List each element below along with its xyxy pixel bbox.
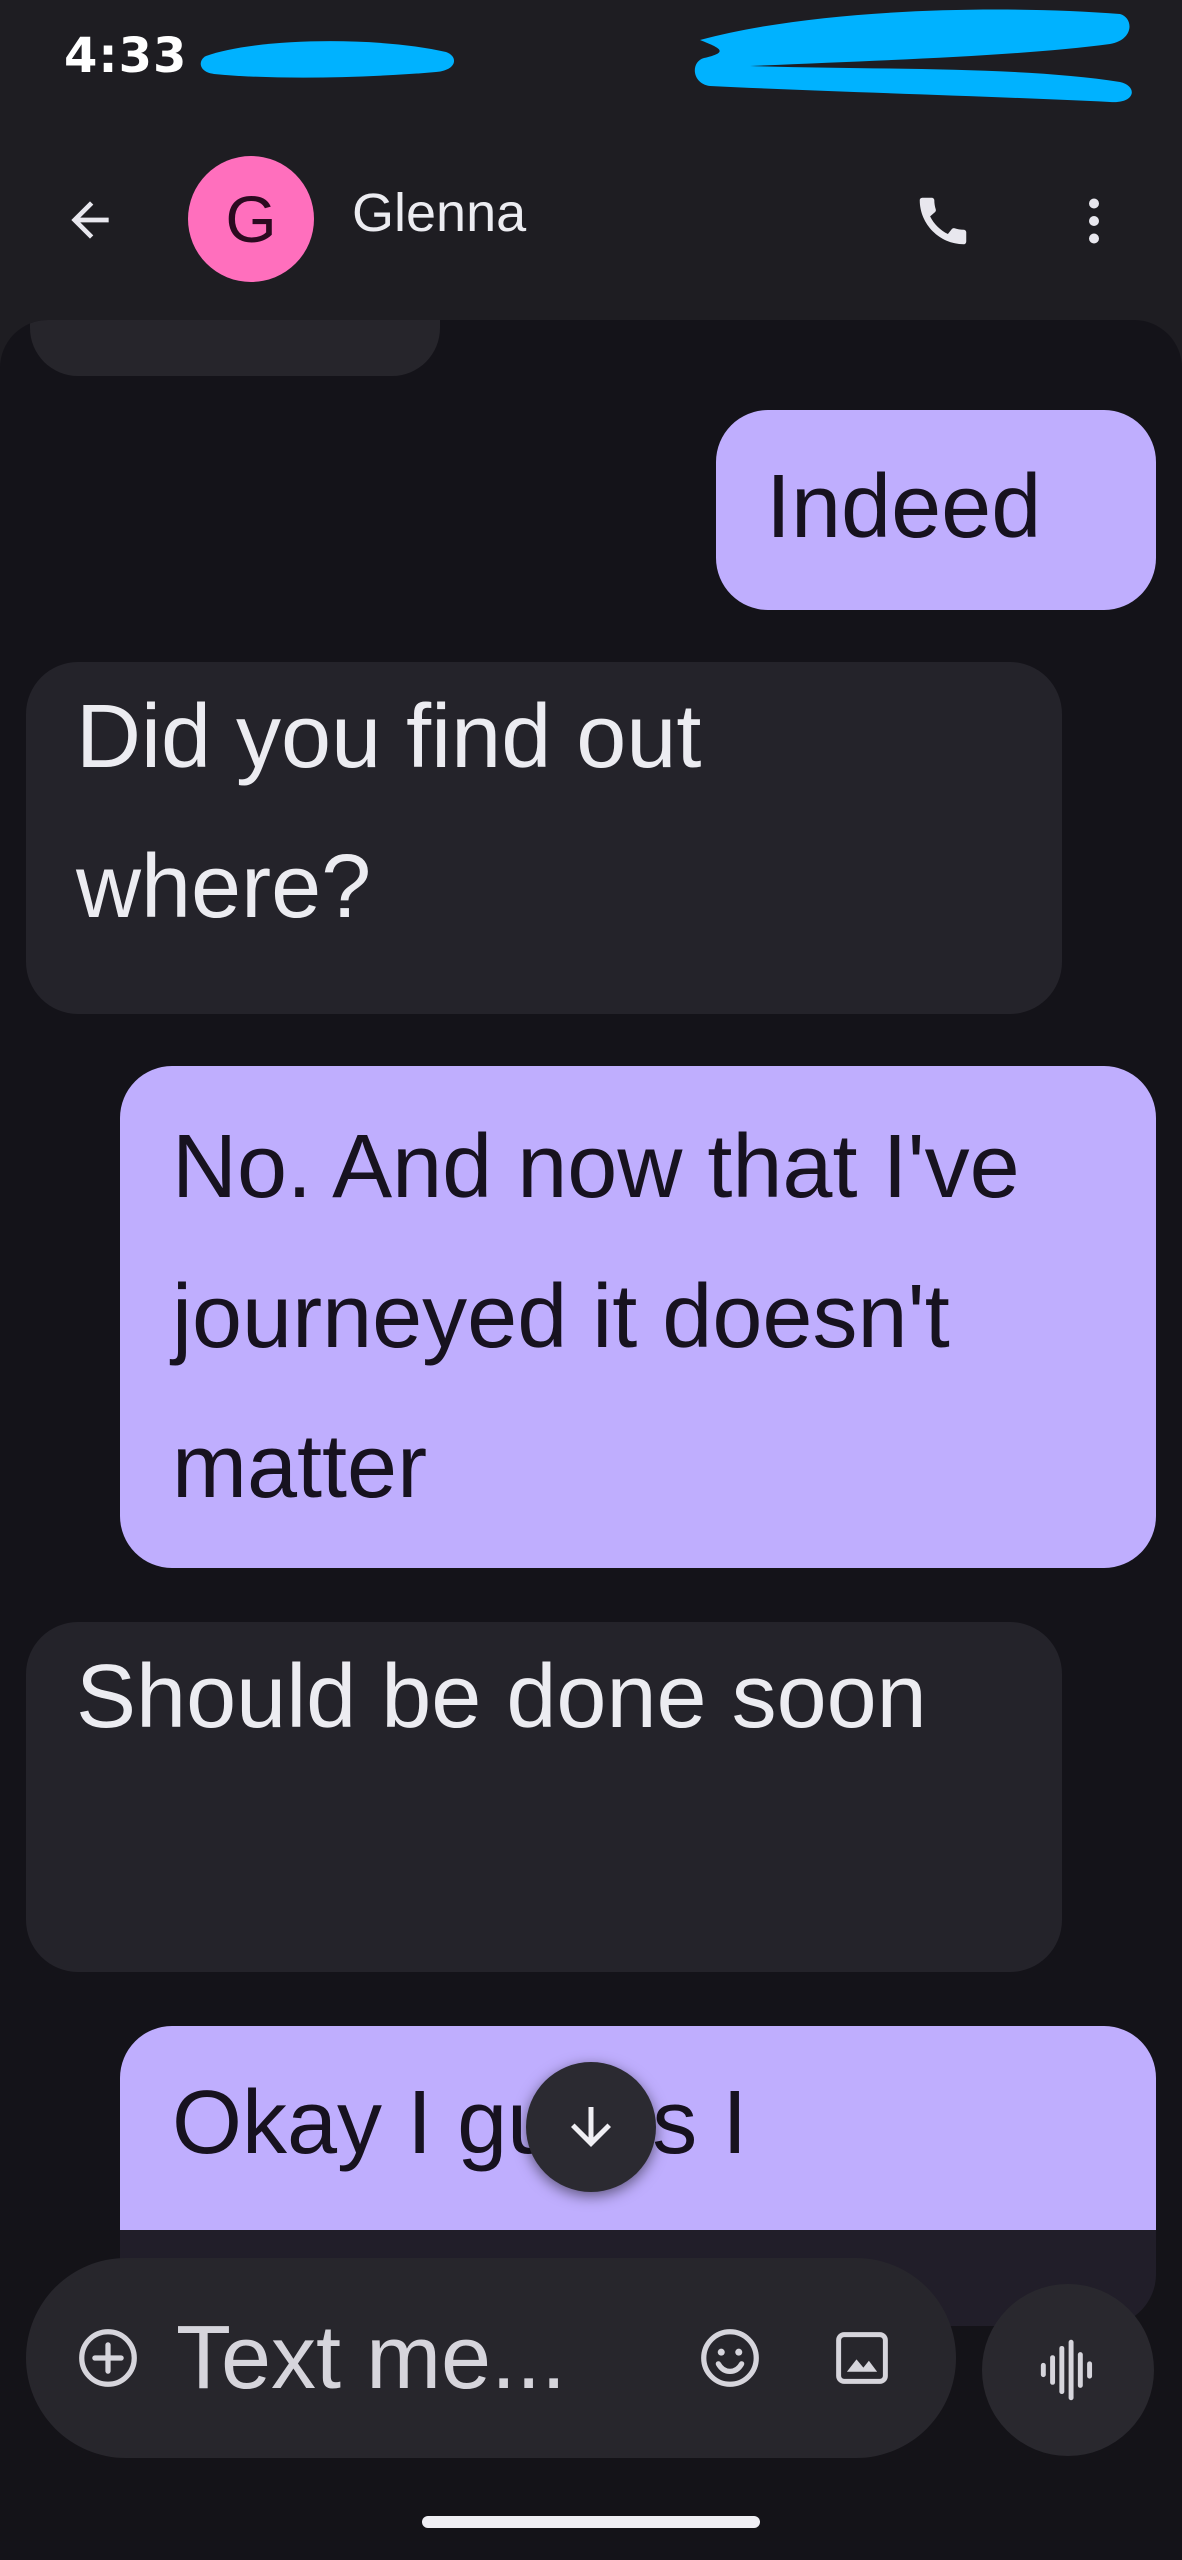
message-bubble-incoming[interactable]: Should be done soon — [26, 1622, 1062, 1972]
phone-icon — [919, 197, 967, 245]
conversation-list[interactable]: Indeed Did you find out where? No. And n… — [0, 320, 1182, 2560]
message-bubble-partial — [30, 320, 440, 376]
more-options-button[interactable] — [1054, 178, 1134, 264]
redaction-scribble — [694, 9, 1132, 103]
voice-message-button[interactable] — [982, 2284, 1154, 2456]
back-button[interactable] — [50, 180, 130, 260]
gallery-button[interactable] — [818, 2314, 906, 2402]
gesture-navigation-handle[interactable] — [422, 2516, 760, 2528]
avatar[interactable]: G — [188, 156, 314, 282]
emoji-icon — [701, 2329, 759, 2387]
voice-waveform-icon — [1040, 2339, 1093, 2401]
emoji-button[interactable] — [686, 2314, 774, 2402]
call-button[interactable] — [900, 178, 986, 264]
scroll-to-bottom-button[interactable] — [526, 2062, 656, 2192]
message-composer — [26, 2258, 956, 2458]
redaction-scribble — [200, 41, 455, 78]
avatar-initial: G — [225, 182, 277, 256]
message-input[interactable] — [176, 2298, 656, 2418]
more-vert-icon — [1089, 198, 1099, 244]
message-bubble-incoming[interactable]: Did you find out where? — [26, 662, 1062, 1014]
status-bar: 4:33 — [0, 0, 1182, 120]
messages-screen: 4:33 G Glenna Indeed Did you find out wh… — [0, 0, 1182, 2560]
contact-name[interactable]: Glenna — [352, 182, 526, 244]
arrow-down-icon — [571, 2107, 611, 2147]
add-circle-icon — [79, 2329, 137, 2387]
app-bar: G Glenna — [0, 120, 1182, 320]
arrow-back-icon — [71, 201, 109, 239]
message-bubble-outgoing[interactable]: Indeed — [716, 410, 1156, 610]
status-time: 4:33 — [64, 28, 188, 84]
add-attachment-button[interactable] — [66, 2316, 150, 2400]
gallery-icon — [836, 2332, 888, 2384]
message-bubble-outgoing[interactable]: No. And now that I've journeyed it doesn… — [120, 1066, 1156, 1568]
